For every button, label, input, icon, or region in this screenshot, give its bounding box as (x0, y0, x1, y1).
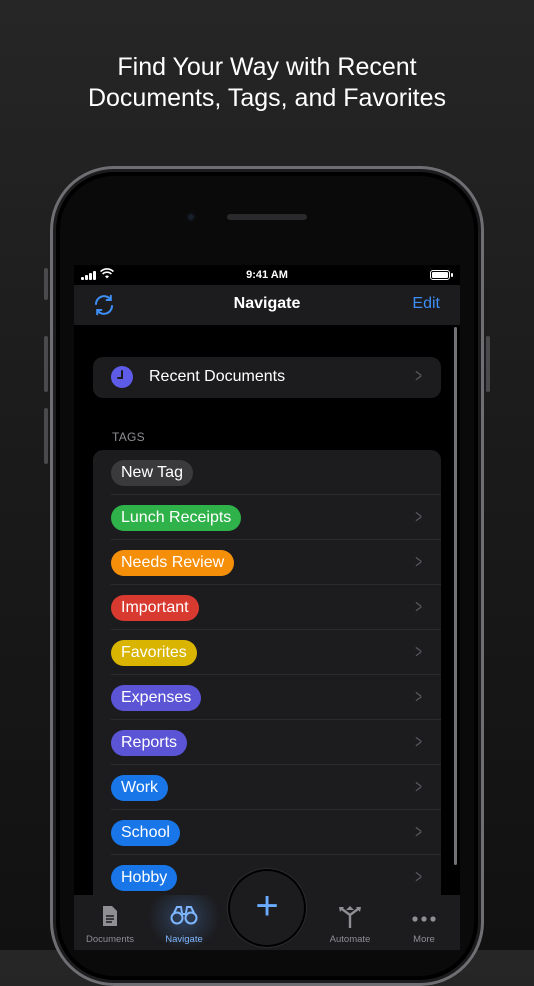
tab-more-label: More (413, 934, 435, 945)
tag-row-lunch-receipts[interactable]: Lunch Receipts > (93, 495, 441, 540)
add-button[interactable]: + (230, 871, 304, 945)
tag-pill: Hobby (111, 865, 178, 891)
phone-screen: 9:41 AM Navigate Edit Recent Documents >… (74, 265, 460, 950)
recent-documents-label: Recent Documents (149, 368, 286, 385)
tab-more[interactable]: More (388, 895, 460, 950)
chevron-right-icon: > (415, 642, 422, 663)
phone-volume-up (44, 336, 48, 392)
page-title: Navigate (233, 295, 301, 312)
tag-pill: Lunch Receipts (111, 505, 242, 531)
tag-row-favorites[interactable]: Favorites > (93, 630, 441, 675)
front-camera (186, 212, 196, 222)
clock-icon (111, 366, 133, 388)
phone-volume-down (44, 408, 48, 464)
scrollbar[interactable] (454, 327, 457, 865)
earpiece-speaker (227, 214, 307, 220)
chevron-right-icon: > (415, 366, 422, 387)
battery-icon (430, 270, 453, 280)
tag-row-work[interactable]: Work > (93, 765, 441, 810)
tag-pill: New Tag (111, 460, 193, 486)
tab-automate[interactable]: Automate (314, 895, 386, 950)
tag-row-new-tag[interactable]: New Tag (93, 450, 441, 495)
chevron-right-icon: > (415, 507, 422, 528)
chevron-right-icon: > (415, 867, 422, 888)
tab-documents[interactable]: Documents (74, 895, 146, 950)
tag-pill: Important (111, 595, 199, 621)
tags-list: New Tag Lunch Receipts > Needs Review > … (93, 450, 441, 920)
tag-pill: Reports (111, 730, 188, 756)
tab-documents-label: Documents (85, 934, 135, 945)
tag-row-reports[interactable]: Reports > (93, 720, 441, 765)
phone-mute-switch (44, 268, 48, 300)
tags-section-header: TAGS (112, 430, 145, 444)
plus-icon: + (255, 884, 279, 928)
edit-button[interactable]: Edit (412, 295, 440, 313)
tag-row-needs-review[interactable]: Needs Review > (93, 540, 441, 585)
tab-navigate[interactable]: Navigate (148, 895, 220, 950)
chevron-right-icon: > (415, 552, 422, 573)
chevron-right-icon: > (415, 687, 422, 708)
tag-row-expenses[interactable]: Expenses > (93, 675, 441, 720)
automate-icon (314, 905, 386, 928)
binoculars-icon (148, 905, 220, 927)
tab-navigate-label: Navigate (165, 934, 203, 945)
chevron-right-icon: > (415, 822, 422, 843)
tag-row-school[interactable]: School > (93, 810, 441, 855)
status-time: 9:41 AM (246, 269, 288, 281)
document-icon (74, 905, 146, 927)
status-bar: 9:41 AM (74, 265, 460, 285)
tag-pill: Favorites (111, 640, 197, 666)
tab-automate-label: Automate (329, 934, 371, 945)
headline-line-1: Find Your Way with Recent (117, 53, 417, 81)
more-icon (388, 905, 460, 927)
chevron-right-icon: > (415, 777, 422, 798)
chevron-right-icon: > (415, 732, 422, 753)
phone-power-button (486, 336, 490, 392)
tag-pill: Work (111, 775, 169, 801)
tag-pill: School (111, 820, 180, 846)
headline: Find Your Way with Recent Documents, Tag… (0, 52, 534, 114)
recent-documents-row[interactable]: Recent Documents > (93, 357, 441, 398)
headline-line-2: Documents, Tags, and Favorites (87, 84, 447, 112)
navigation-bar: Navigate Edit (74, 285, 460, 325)
tag-pill: Needs Review (111, 550, 235, 576)
tag-row-important[interactable]: Important > (93, 585, 441, 630)
tag-pill: Expenses (111, 685, 202, 711)
chevron-right-icon: > (415, 597, 422, 618)
